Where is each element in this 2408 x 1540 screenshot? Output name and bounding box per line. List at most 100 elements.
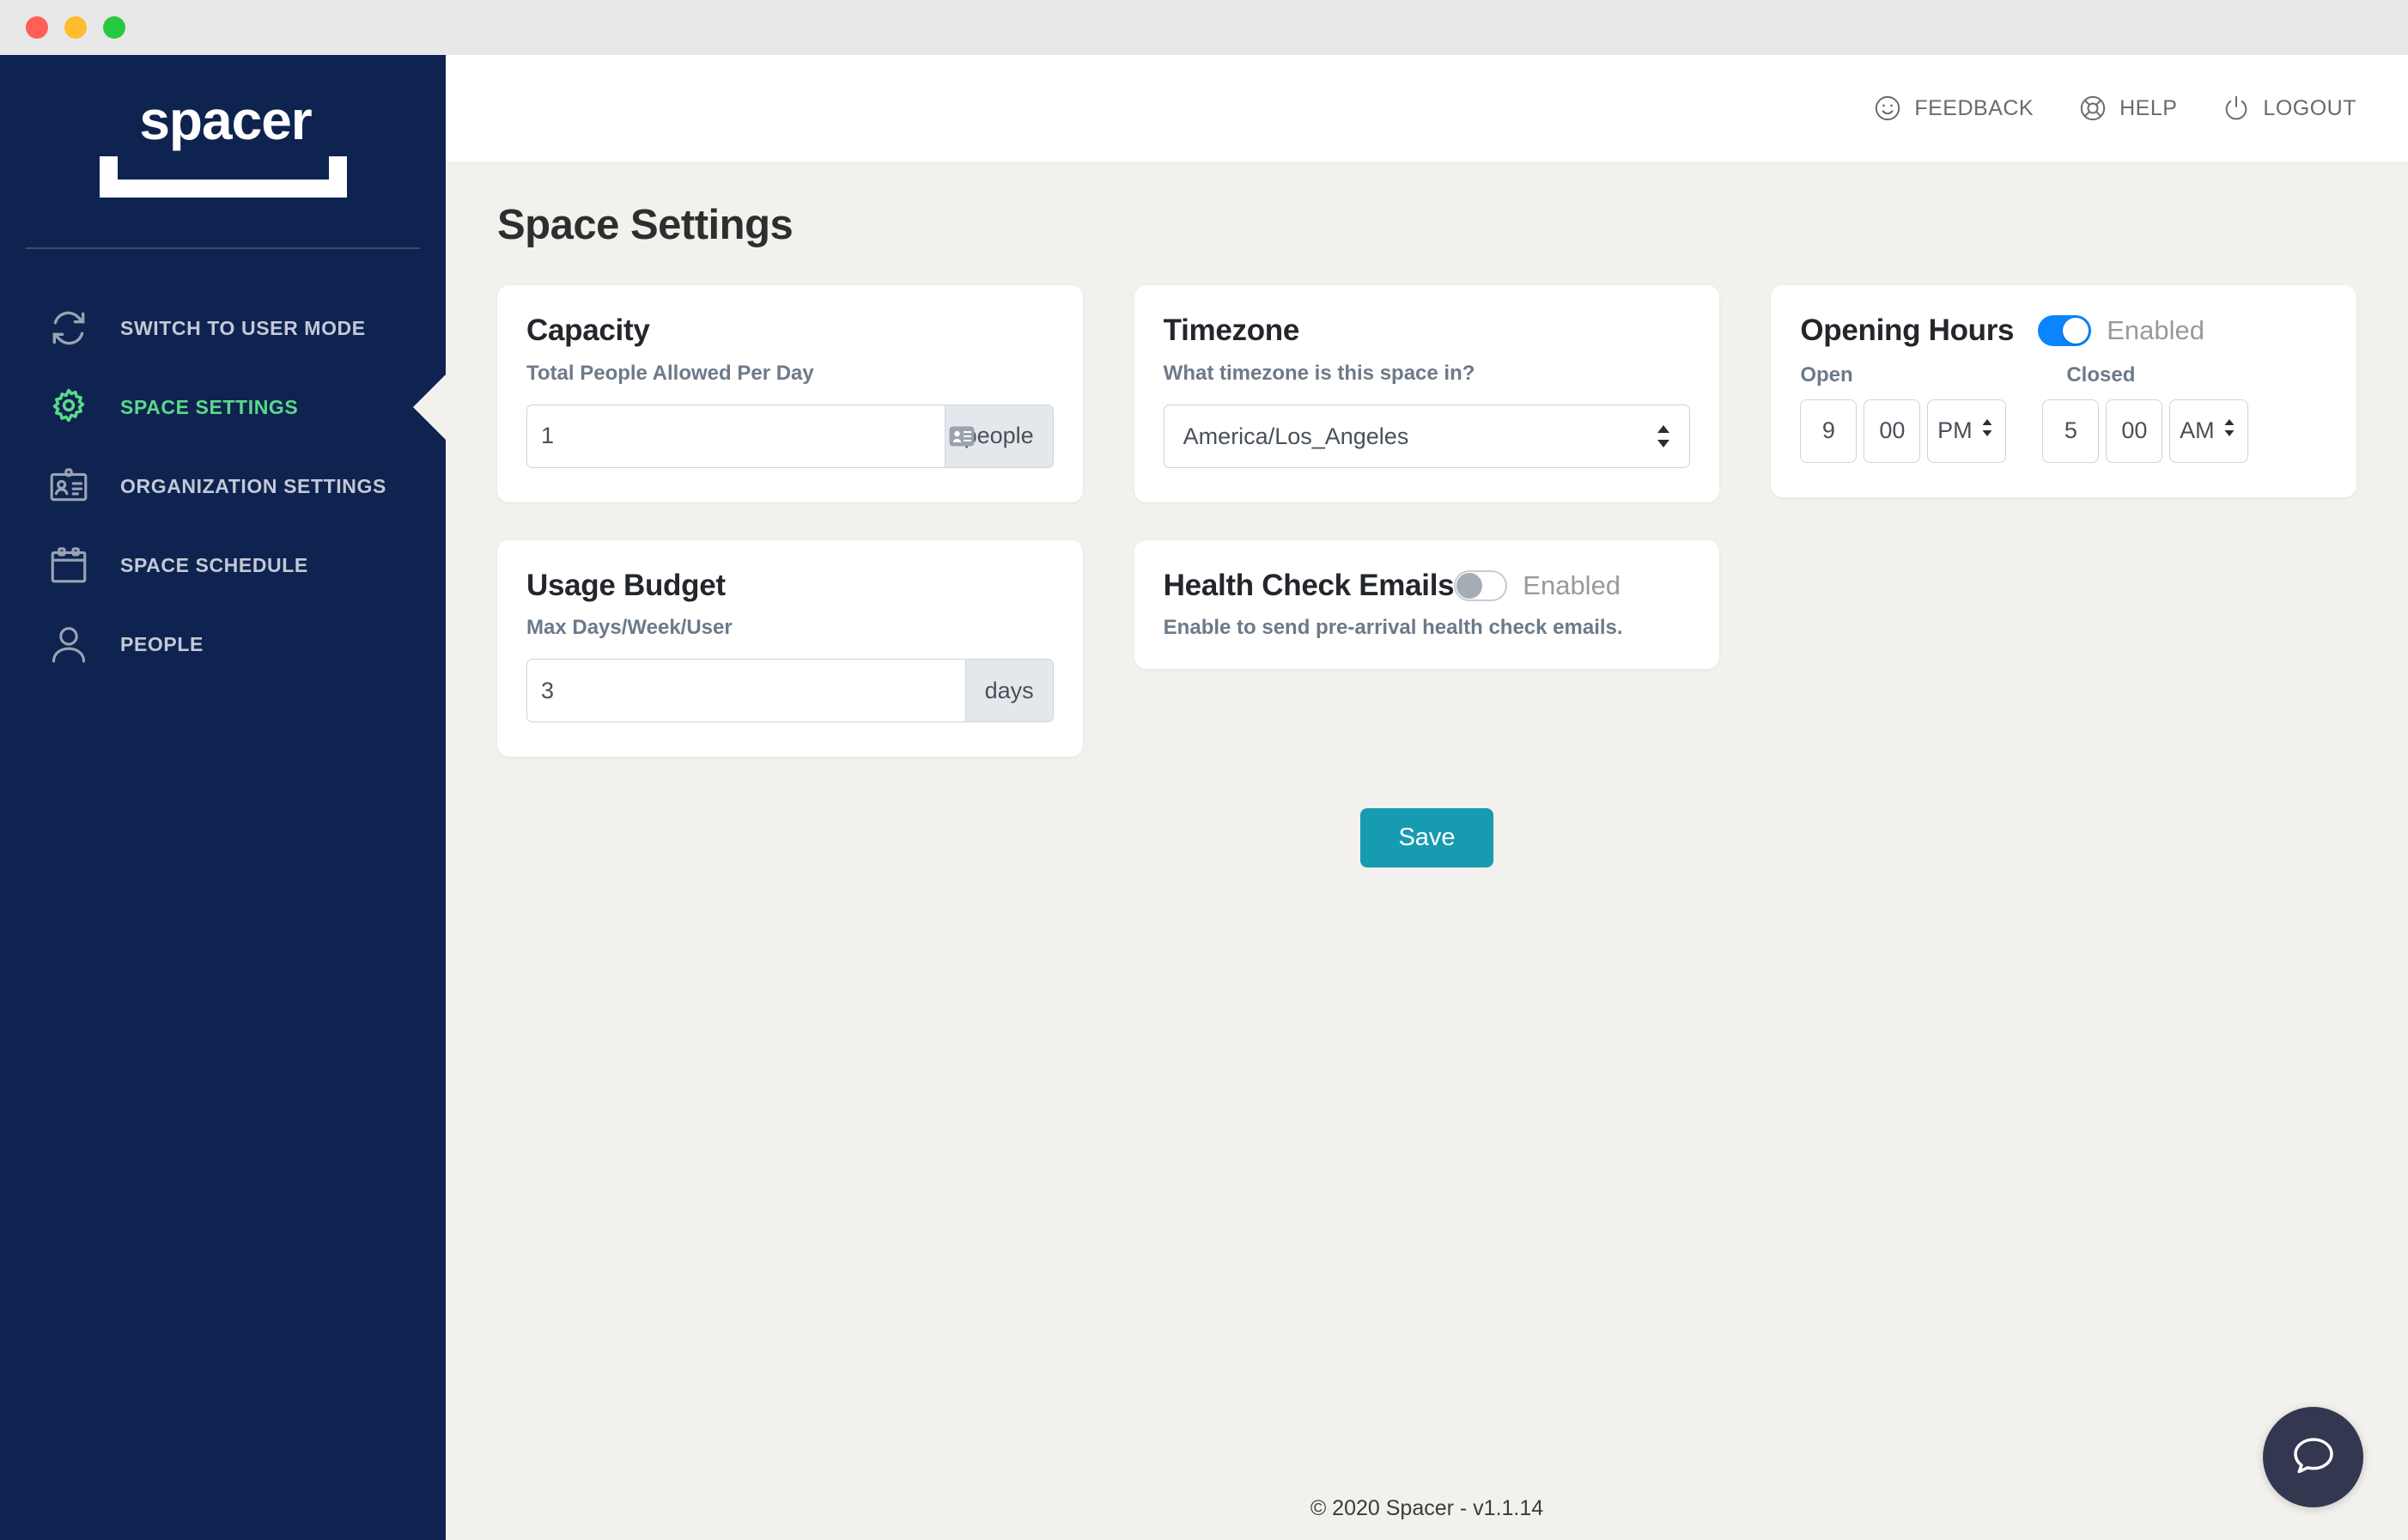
open-label: Open xyxy=(1800,362,1853,387)
refresh-icon xyxy=(46,306,91,350)
id-card-icon xyxy=(46,464,91,508)
health-check-toggle-label: Enabled xyxy=(1523,569,1621,600)
settings-content: Space Settings Capacity Total People All… xyxy=(446,161,2408,867)
feedback-label: FEEDBACK xyxy=(1914,95,2034,120)
closed-meridiem-select[interactable]: AM xyxy=(2169,399,2249,463)
sidebar-item-label: SPACE SETTINGS xyxy=(120,395,299,418)
feedback-button[interactable]: FEEDBACK xyxy=(1873,94,2034,123)
help-button[interactable]: HELP xyxy=(2078,94,2177,123)
logout-button[interactable]: LOGOUT xyxy=(2222,94,2356,123)
timezone-title: Timezone xyxy=(1163,313,1300,347)
health-check-toggle[interactable] xyxy=(1454,569,1508,601)
open-hour-input[interactable]: 9 xyxy=(1800,399,1858,463)
closed-hour-input[interactable]: 5 xyxy=(2042,399,2100,463)
timezone-subtitle: What timezone is this space in? xyxy=(1163,361,1475,385)
settings-grid: Capacity Total People Allowed Per Day 1 … xyxy=(497,285,2357,757)
timezone-card: Timezone What timezone is this space in?… xyxy=(1134,285,1720,502)
usage-budget-title: Usage Budget xyxy=(526,568,726,602)
toggle-knob xyxy=(1456,572,1483,599)
health-check-description: Enable to send pre-arrival health check … xyxy=(1163,616,1623,639)
sidebar-item-label: ORGANIZATION SETTINGS xyxy=(120,474,386,497)
sidebar-item-organization-settings[interactable]: ORGANIZATION SETTINGS xyxy=(0,447,446,526)
open-time-group: 9 00 PM xyxy=(1800,399,2007,463)
top-header: FEEDBACK HELP LOGOUT xyxy=(446,55,2408,161)
sidebar-item-label: PEOPLE xyxy=(120,632,204,655)
settings-column-middle: Timezone What timezone is this space in?… xyxy=(1134,285,1720,669)
time-group-spacer xyxy=(2006,399,2042,463)
open-meridiem-value: PM xyxy=(1937,417,1973,443)
page-title: Space Settings xyxy=(497,202,794,248)
sidebar-item-label: SPACE SCHEDULE xyxy=(120,553,308,576)
maximize-window-button[interactable] xyxy=(103,16,125,39)
closed-label: Closed xyxy=(2066,362,2136,387)
usage-budget-subtitle: Max Days/Week/User xyxy=(526,616,733,639)
active-item-indicator xyxy=(413,374,446,440)
sidebar-item-switch-to-user-mode[interactable]: SWITCH TO USER MODE xyxy=(0,289,446,368)
sidebar-item-space-settings[interactable]: SPACE SETTINGS xyxy=(0,368,446,447)
spacer-logo: spacer xyxy=(99,89,347,198)
usage-budget-input-group: days xyxy=(526,659,1054,722)
window-titlebar xyxy=(0,0,2408,55)
person-icon xyxy=(46,622,91,667)
opening-hours-labels: Open Closed xyxy=(1800,363,2327,387)
capacity-card: Capacity Total People Allowed Per Day 1 … xyxy=(497,285,1083,502)
close-window-button[interactable] xyxy=(26,16,48,39)
logo-wordmark: spacer xyxy=(139,89,312,151)
main-content: FEEDBACK HELP LOGOUT Space Settings Capa… xyxy=(446,55,2408,1540)
open-minute-input[interactable]: 00 xyxy=(1864,399,1921,463)
help-label: HELP xyxy=(2119,95,2178,120)
health-check-emails-card: Health Check Emails Enabled Enable to se… xyxy=(1134,539,1720,669)
health-check-card-header: Health Check Emails Enabled xyxy=(1164,569,1691,603)
smiley-face-icon xyxy=(1873,94,1902,123)
calendar-icon xyxy=(46,543,91,587)
opening-hours-card: Opening Hours Enabled Open Closed 9 00 P… xyxy=(1771,285,2357,497)
closed-minute-input[interactable]: 00 xyxy=(2106,399,2163,463)
usage-budget-unit-label: days xyxy=(964,659,1054,722)
minimize-window-button[interactable] xyxy=(64,16,87,39)
opening-hours-card-header: Opening Hours Enabled xyxy=(1800,313,2327,348)
chevron-updown-icon xyxy=(2223,417,2235,444)
logo-container[interactable]: spacer xyxy=(0,93,446,198)
capacity-input-group: people xyxy=(526,404,1054,468)
chat-support-button[interactable] xyxy=(2263,1407,2363,1507)
usage-budget-card-header: Usage Budget xyxy=(526,569,1054,603)
sidebar-item-space-schedule[interactable]: SPACE SCHEDULE xyxy=(0,526,446,605)
sidebar-item-people[interactable]: PEOPLE xyxy=(0,605,446,684)
closed-meridiem-value: AM xyxy=(2180,417,2215,443)
opening-hours-inputs: 9 00 PM 5 00 AM xyxy=(1800,399,2327,463)
toggle-knob xyxy=(2063,318,2089,344)
logout-label: LOGOUT xyxy=(2263,95,2356,120)
open-meridiem-select[interactable]: PM xyxy=(1927,399,2007,463)
timezone-select-wrap: America/Los_AngelesAmerica/DenverAmerica… xyxy=(1163,404,1691,468)
opening-hours-toggle[interactable] xyxy=(2038,315,2092,347)
save-button[interactable]: Save xyxy=(1360,808,1493,867)
capacity-subtitle: Total People Allowed Per Day xyxy=(526,361,814,385)
timezone-select[interactable]: America/Los_AngelesAmerica/DenverAmerica… xyxy=(1163,404,1691,468)
opening-hours-toggle-label: Enabled xyxy=(2107,315,2205,346)
app-body: spacer SWITCH TO USER MODE SPACE SETTING… xyxy=(0,55,2408,1540)
gear-icon xyxy=(46,385,91,429)
sidebar-item-label: SWITCH TO USER MODE xyxy=(120,316,366,339)
sidebar-divider xyxy=(26,247,420,249)
settings-column-right: Opening Hours Enabled Open Closed 9 00 P… xyxy=(1771,285,2357,497)
settings-column-left: Capacity Total People Allowed Per Day 1 … xyxy=(497,285,1083,757)
capacity-input[interactable] xyxy=(526,404,945,468)
capacity-unit-label: people xyxy=(944,404,1054,468)
footer-copyright: © 2020 Spacer - v1.1.14 xyxy=(1310,1496,1544,1520)
power-icon xyxy=(2222,94,2251,123)
save-row: Save xyxy=(497,808,2356,867)
sidebar: spacer SWITCH TO USER MODE SPACE SETTING… xyxy=(0,55,446,1540)
app-window: spacer SWITCH TO USER MODE SPACE SETTING… xyxy=(0,0,2408,1540)
capacity-card-header: Capacity xyxy=(526,313,1054,348)
opening-hours-title: Opening Hours xyxy=(1800,313,2015,347)
logo-bracket-icon xyxy=(99,156,347,198)
timezone-card-header: Timezone xyxy=(1163,313,1691,348)
usage-budget-input[interactable] xyxy=(526,659,965,722)
chat-bubble-icon xyxy=(2289,1431,2338,1483)
lifebuoy-icon xyxy=(2078,94,2107,123)
sidebar-nav: SWITCH TO USER MODE SPACE SETTINGS ORGAN… xyxy=(0,289,446,684)
usage-budget-card: Usage Budget Max Days/Week/User days xyxy=(497,539,1083,757)
capacity-title: Capacity xyxy=(526,313,650,347)
chevron-updown-icon xyxy=(1981,417,1993,444)
closed-time-group: 5 00 AM xyxy=(2042,399,2249,463)
